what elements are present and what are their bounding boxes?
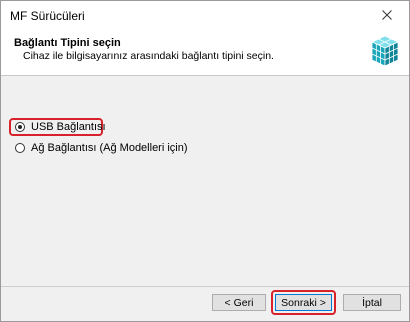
header-subtitle: Cihaz ile bilgisayarınız arasındaki bağl… — [23, 50, 274, 62]
close-button[interactable] — [365, 1, 409, 29]
header-title: Bağlantı Tipini seçin — [14, 37, 121, 49]
dialog-window: MF Sürücüleri Bağlantı Tipini seçin Ciha… — [0, 0, 410, 322]
network-connection-option[interactable]: Ağ Bağlantısı (Ağ Modelleri için) — [15, 142, 188, 154]
network-option-label: Ağ Bağlantısı (Ağ Modelleri için) — [31, 142, 188, 154]
cube-stack-icon — [371, 35, 399, 67]
back-button[interactable]: < Geri — [212, 294, 266, 311]
network-radio[interactable] — [15, 143, 25, 153]
usb-connection-option[interactable]: USB Bağlantısı — [15, 121, 106, 133]
cancel-button[interactable]: İptal — [343, 294, 401, 311]
wizard-header: Bağlantı Tipini seçin Cihaz ile bilgisay… — [1, 29, 409, 76]
usb-radio[interactable] — [15, 122, 25, 132]
usb-option-label: USB Bağlantısı — [31, 121, 106, 133]
next-button[interactable]: Sonraki > — [275, 294, 332, 311]
window-title: MF Sürücüleri — [10, 9, 85, 23]
close-icon — [382, 10, 392, 20]
title-bar: MF Sürücüleri — [1, 1, 409, 29]
footer-divider — [1, 286, 409, 287]
